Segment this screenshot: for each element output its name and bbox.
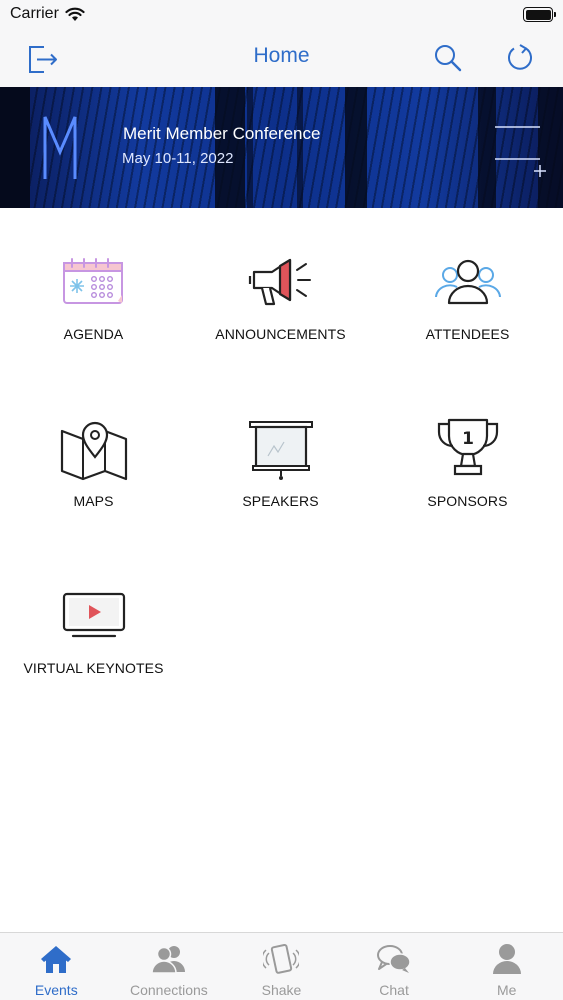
tile-virtual-keynotes[interactable]: VIRTUAL KEYNOTES — [0, 542, 187, 709]
tile-maps[interactable]: MAPS — [0, 375, 187, 542]
banner-title: Merit Member Conference — [123, 124, 321, 143]
tile-label: SPONSORS — [427, 493, 508, 509]
video-player-icon — [58, 580, 130, 652]
megaphone-icon — [245, 246, 317, 318]
chat-bubbles-icon — [376, 942, 412, 976]
trophy-icon: 1 — [432, 413, 504, 485]
tab-chat[interactable]: Chat — [338, 933, 451, 1000]
people-icon — [432, 246, 504, 318]
search-icon — [435, 45, 462, 72]
tab-label: Chat — [379, 982, 409, 998]
tile-agenda[interactable]: AGENDA — [0, 208, 187, 375]
tab-label: Connections — [129, 982, 208, 998]
home-icon — [38, 942, 74, 976]
tile-speakers[interactable]: SPEAKERS — [187, 375, 374, 542]
event-banner[interactable]: Merit Member Conference May 10-11, 2022 — [0, 87, 563, 208]
tab-label: Shake — [261, 982, 302, 998]
refresh-button[interactable] — [500, 38, 540, 78]
navigation-bar: Home — [0, 30, 563, 87]
person-icon — [489, 942, 525, 976]
search-button[interactable] — [428, 38, 468, 78]
tab-shake[interactable]: Shake — [225, 933, 338, 1000]
tab-connections[interactable]: Connections — [113, 933, 226, 1000]
banner-date: May 10-11, 2022 — [122, 150, 234, 167]
tile-attendees[interactable]: ATTENDEES — [374, 208, 561, 375]
wifi-icon — [65, 7, 85, 21]
shake-phone-icon — [263, 942, 300, 976]
banner-graphic — [0, 87, 563, 208]
page-title: Home — [253, 44, 310, 67]
tile-label: AGENDA — [63, 326, 124, 342]
status-bar: Carrier — [0, 0, 563, 30]
projector-screen-icon — [245, 413, 317, 485]
tab-label: Events — [34, 982, 78, 998]
tab-events[interactable]: Events — [0, 933, 113, 1000]
refresh-icon — [508, 44, 532, 70]
tile-label: ATTENDEES — [425, 326, 510, 342]
tile-label: MAPS — [73, 493, 114, 509]
map-pin-icon — [58, 413, 130, 485]
carrier-indicator: Carrier — [10, 5, 85, 23]
tile-announcements[interactable]: ANNOUNCEMENTS — [187, 208, 374, 375]
battery-icon — [523, 7, 556, 22]
calendar-icon — [58, 246, 130, 318]
tab-me[interactable]: Me — [450, 933, 563, 1000]
tile-label: VIRTUAL KEYNOTES — [23, 660, 164, 676]
carrier-label: Carrier — [10, 5, 59, 22]
tab-label: Me — [496, 982, 517, 998]
tile-label: ANNOUNCEMENTS — [215, 326, 346, 342]
connections-icon — [151, 942, 187, 976]
tile-sponsors[interactable]: 1 SPONSORS — [374, 375, 561, 542]
svg-text:1: 1 — [462, 429, 474, 449]
tile-label: SPEAKERS — [242, 493, 319, 509]
tab-bar: Events Connections Shake Chat Me — [0, 932, 563, 1000]
